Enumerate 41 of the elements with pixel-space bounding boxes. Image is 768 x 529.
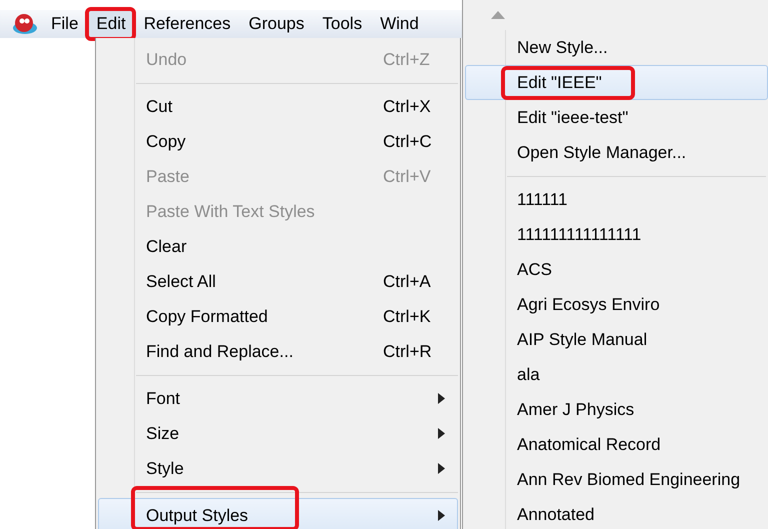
menu-item[interactable]: Amer J Physics [465,392,768,427]
menu-item[interactable]: 111111 [465,182,768,217]
menu-item[interactable]: Anatomical Record [465,427,768,462]
menu-item[interactable]: 111111111111111 [465,217,768,252]
menu-item[interactable]: Copy Formatted Ctrl+K [98,299,458,334]
shortcut-text: Ctrl+R [383,340,432,363]
menu-item[interactable]: Select All Ctrl+A [98,264,458,299]
menu-item[interactable]: Font [98,381,458,416]
menu-item[interactable]: Wind [371,10,428,38]
menu-item[interactable]: Ann Rev Biomed Engineering [465,462,768,497]
shortcut-text: Ctrl+A [383,270,431,293]
shortcut-text: Ctrl+V [383,166,431,188]
menu-item[interactable]: Tools [313,10,372,38]
shortcut-text: Ctrl+Z [383,48,430,71]
shortcut-text: Ctrl+C [383,130,432,153]
menu-item[interactable]: New Style... [465,30,768,65]
menu-item[interactable]: Clear [98,229,458,264]
menu-item[interactable]: Style [98,451,458,486]
menu-item[interactable]: Edit "ieee-test" [465,100,768,135]
menu-item[interactable]: Size [98,416,458,451]
app-logo-icon [12,13,38,35]
scroll-up-icon[interactable] [491,11,505,19]
menu-item[interactable]: Open Style Manager... [465,135,768,170]
shortcut-text: Ctrl+X [383,96,431,118]
menu-item[interactable]: Cut Ctrl+X [98,89,458,124]
menu-item[interactable]: ala [465,357,768,392]
menu-item[interactable]: Output Styles [98,498,458,529]
menu-item[interactable]: Groups [240,10,314,38]
submenu-arrow-icon [438,393,445,404]
menu-item[interactable]: File [42,10,88,38]
submenu-arrow-icon [438,463,445,474]
menu-item[interactable]: Agri Ecosys Enviro [465,287,768,322]
shortcut-text: Ctrl+K [383,306,431,328]
menu-item[interactable]: Annotated [465,497,768,529]
menu-item[interactable]: AIP Style Manual [465,322,768,357]
submenu-arrow-icon [438,510,445,521]
menu-item[interactable]: Copy Ctrl+C [98,124,458,159]
submenu-arrow-icon [438,428,445,439]
menu-item[interactable]: References [134,10,240,38]
menu-item[interactable]: Find and Replace... Ctrl+R [98,334,458,369]
menu-item[interactable]: ACS [465,252,768,287]
